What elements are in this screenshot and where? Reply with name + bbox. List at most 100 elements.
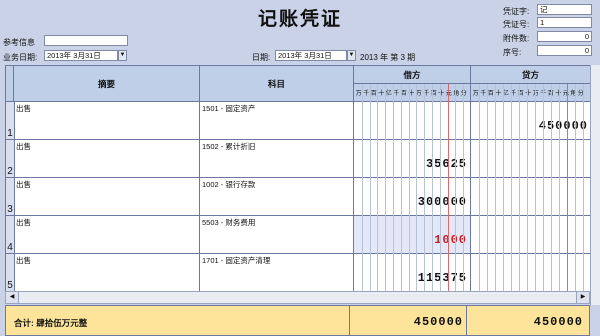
summary-text: 出售	[16, 218, 31, 227]
digit-grid-line	[567, 84, 568, 292]
digit-grid-line	[559, 84, 560, 292]
digit-grid-line	[393, 84, 394, 292]
digit-unit-label: 元	[562, 91, 569, 97]
scroll-right-icon[interactable]: ▶	[576, 292, 589, 303]
column-header-account: 科目	[200, 66, 354, 102]
digit-grid-line	[511, 84, 512, 292]
date-label: 日期:	[252, 53, 271, 62]
account-cell[interactable]: 1502 - 累计折旧	[200, 140, 354, 177]
account-cell[interactable]: 1002 - 银行存款	[200, 178, 354, 215]
total-label: 合计: 肆拾伍万元整	[14, 318, 88, 328]
digit-grid-line	[479, 84, 480, 292]
digit-grid-line	[463, 84, 465, 292]
digit-grid-line	[527, 84, 528, 292]
credit-cell[interactable]: 450000	[471, 102, 591, 139]
debit-cell[interactable]: 115375	[354, 254, 471, 291]
digit-unit-label: 元	[445, 91, 452, 97]
digit-grid-line	[495, 84, 496, 292]
total-row: 合计: 肆拾伍万元整 450000 450000	[5, 305, 590, 336]
account-text: 1701 - 固定资产清理	[202, 256, 271, 265]
credit-cell[interactable]	[471, 178, 591, 215]
scroll-left-icon[interactable]: ◀	[6, 292, 19, 303]
digit-grid-line	[424, 84, 426, 292]
date-dropdown-icon[interactable]: ▼	[347, 50, 356, 61]
serial-label: 序号:	[503, 48, 522, 57]
digit-grid-line	[455, 84, 457, 292]
total-credit: 450000	[533, 315, 583, 329]
summary-cell[interactable]: 出售	[14, 254, 200, 291]
digit-grid-line	[519, 84, 520, 292]
period-text: 2013 年 第 3 期	[360, 53, 416, 62]
debit-cell[interactable]: 300000	[354, 178, 471, 215]
digit-unit-label: 十	[525, 91, 532, 97]
digit-grid-line	[487, 84, 488, 292]
row-header-corner	[6, 66, 14, 102]
digit-grid-line	[377, 84, 379, 292]
debit-cell[interactable]	[354, 102, 471, 139]
digit-grid-line	[385, 84, 387, 292]
digit-grid-line	[439, 84, 441, 292]
debit-digit-units: 万千百十亿千百十万千百十元角分	[354, 84, 471, 102]
summary-cell[interactable]: 出售	[14, 178, 200, 215]
debit-cell[interactable]: 1000	[354, 216, 471, 253]
account-text: 1002 - 银行存款	[202, 180, 256, 189]
business-date-input[interactable]: 2013年 3月31日	[44, 50, 118, 61]
digit-unit-label: 百	[370, 91, 377, 97]
digit-grid-line	[575, 84, 576, 292]
digit-grid-line	[361, 84, 363, 292]
digit-grid-line	[551, 84, 552, 292]
credit-digit-units: 万千百十亿千百十万千百十元角分	[471, 84, 591, 102]
vertical-scrollbar[interactable]	[590, 65, 600, 305]
attachments-input[interactable]: 0	[537, 31, 592, 42]
serial-input[interactable]: 0	[537, 45, 592, 56]
debit-cell[interactable]: 35625	[354, 140, 471, 177]
digit-unit-label: 百	[487, 91, 494, 97]
business-date-dropdown-icon[interactable]: ▼	[118, 50, 127, 61]
account-text: 1501 - 固定资产	[202, 104, 256, 113]
digit-grid-line	[543, 84, 544, 292]
attachments-label: 附件数:	[503, 34, 530, 43]
voucher-no-input[interactable]: 1	[537, 17, 592, 28]
total-debit: 450000	[413, 315, 463, 329]
credit-cell[interactable]	[471, 140, 591, 177]
summary-cell[interactable]: 出售	[14, 140, 200, 177]
digit-unit-label: 十	[378, 91, 385, 97]
credit-cell[interactable]	[471, 216, 591, 253]
voucher-no-label: 凭证号:	[503, 20, 530, 29]
date-input[interactable]: 2013年 3月31日	[275, 50, 347, 61]
digit-grid-line	[408, 84, 410, 292]
credit-cell[interactable]	[471, 254, 591, 291]
credit-amount: 450000	[538, 119, 588, 133]
digit-grid-line	[400, 84, 402, 292]
digit-grid-line	[416, 84, 418, 292]
reference-label: 参考信息	[3, 38, 35, 47]
column-header-summary: 摘要	[14, 66, 200, 102]
voucher-entry-grid: 摘要 科目 借方 贷方 万千百十亿千百十万千百十元角分 万千百十亿千百十万千百十…	[5, 65, 592, 293]
column-header-debit: 借方	[354, 66, 471, 84]
digit-grid-line	[447, 84, 449, 292]
digit-grid-line	[583, 84, 584, 292]
voucher-word-select[interactable]: 记	[537, 4, 592, 15]
summary-cell[interactable]: 出售	[14, 102, 200, 139]
digit-unit-label: 千	[480, 91, 487, 97]
column-header-credit: 贷方	[471, 66, 591, 84]
digit-grid-line	[432, 84, 433, 292]
account-cell[interactable]: 1701 - 固定资产清理	[200, 254, 354, 291]
digit-grid-line	[503, 84, 504, 292]
summary-text: 出售	[16, 180, 31, 189]
horizontal-scrollbar[interactable]: ◀ ▶	[5, 291, 590, 304]
account-text: 1502 - 累计折旧	[202, 142, 256, 151]
digit-grid-line	[535, 84, 536, 292]
account-cell[interactable]: 5503 - 财务费用	[200, 216, 354, 253]
digit-unit-label: 十	[438, 91, 445, 97]
voucher-word-label: 凭证字:	[503, 7, 530, 16]
summary-cell[interactable]: 出售	[14, 216, 200, 253]
reference-input[interactable]	[44, 35, 128, 46]
summary-text: 出售	[16, 142, 31, 151]
account-cell[interactable]: 1501 - 固定资产	[200, 102, 354, 139]
business-date-label: 业务日期:	[3, 53, 38, 62]
summary-text: 出售	[16, 104, 31, 113]
digit-grid-line	[369, 84, 371, 292]
account-text: 5503 - 财务费用	[202, 218, 256, 227]
summary-text: 出售	[16, 256, 31, 265]
